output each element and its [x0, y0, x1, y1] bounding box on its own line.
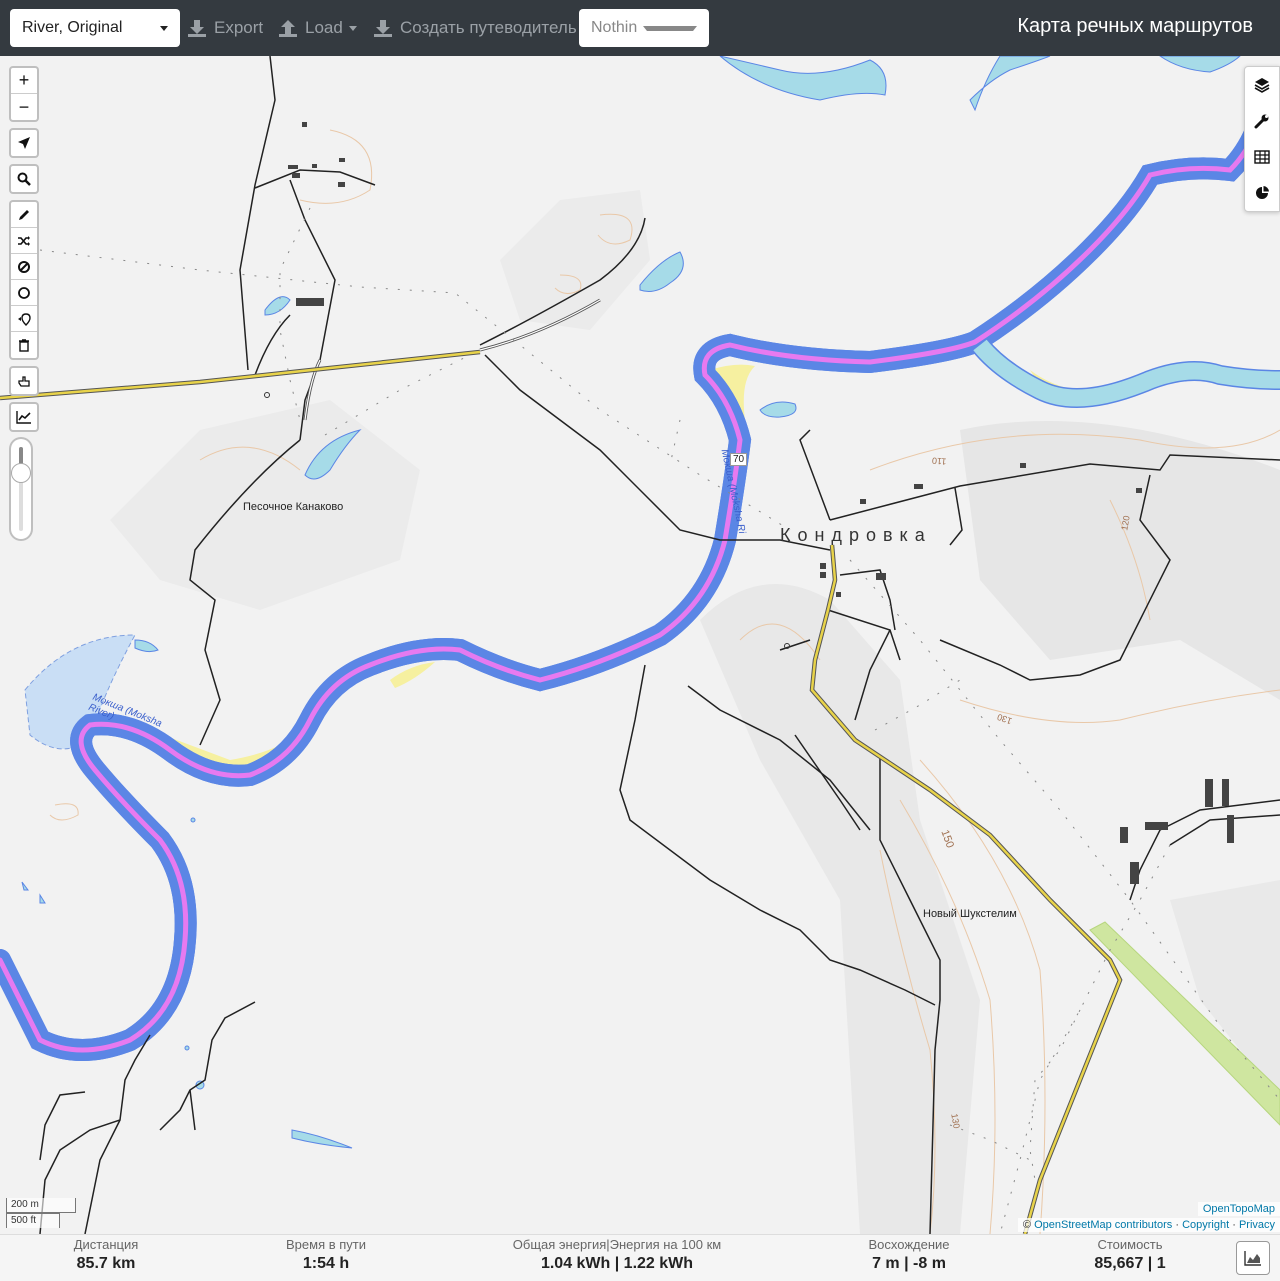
chevron-down-icon: [348, 25, 357, 31]
privacy-link[interactable]: Privacy: [1239, 1219, 1275, 1231]
zoom-in-button[interactable]: +: [11, 68, 37, 94]
pie-chart-icon: [1256, 186, 1269, 199]
stat-value: 1.04 kWh | 1.22 kWh: [540, 1255, 694, 1272]
download-icon: [188, 20, 206, 37]
scale-imperial: 500 ft: [6, 1213, 60, 1228]
pencil-icon: [19, 209, 29, 220]
download-icon: [374, 20, 392, 37]
line-chart-icon: [16, 411, 31, 424]
contour-label: 110: [931, 455, 947, 467]
search-button[interactable]: [11, 166, 37, 192]
layers-icon: [1254, 78, 1270, 93]
map-tiles: [0, 56, 1280, 1234]
osm-link[interactable]: OpenStreetMap contributors: [1034, 1219, 1172, 1231]
chevron-down-icon: [160, 25, 168, 31]
locate-control: [9, 128, 39, 158]
layers-button[interactable]: [1245, 67, 1279, 103]
area-chart-icon: [1244, 1251, 1261, 1266]
location-arrow-icon: [18, 137, 30, 149]
copyright-sign: ©: [1022, 1219, 1032, 1231]
export-button[interactable]: Export: [187, 9, 263, 47]
stat-label: Стоимость: [1097, 1237, 1163, 1252]
elevation-chart-control: [9, 402, 39, 432]
draw-route-button[interactable]: [11, 202, 37, 228]
map-canvas[interactable]: Кондровка Песочное Канаково Новый Шуксте…: [0, 56, 1280, 1234]
stat-time: Время в пути 1:54 h: [286, 1235, 366, 1281]
top-navbar: River, Original Export Load Создать путе…: [0, 0, 1280, 56]
selection-dropdown[interactable]: Nothing selected: [579, 9, 709, 47]
chevron-down-icon: [643, 25, 697, 31]
settings-button[interactable]: [1245, 103, 1279, 139]
hand-pointer-icon: [18, 376, 30, 387]
opacity-slider[interactable]: [9, 437, 33, 541]
place-label: Песочное Канаково: [243, 501, 344, 513]
stat-ascent: Восхождение 7 m | -8 m: [868, 1235, 949, 1281]
opentopomap-link[interactable]: OpenTopoMap: [1203, 1203, 1275, 1215]
circle-icon: [18, 286, 30, 299]
pointer-button[interactable]: [11, 368, 37, 394]
load-label: Load: [305, 18, 343, 37]
poi-button[interactable]: [11, 306, 37, 332]
right-control-panel: [1244, 66, 1280, 212]
export-label: Export: [214, 18, 264, 37]
no-go-area-button[interactable]: [11, 254, 37, 280]
map-marker-icon: [18, 312, 31, 326]
pointer-control: [9, 366, 39, 396]
zoom-control: + −: [9, 66, 39, 122]
toggle-elevation-button[interactable]: [1236, 1241, 1270, 1275]
village-label-kondrovka: Кондровка: [780, 525, 932, 545]
stat-distance: Дистанция 85.7 km: [74, 1235, 139, 1281]
separator: ·: [1232, 1219, 1236, 1231]
wrench-icon: [1254, 114, 1269, 129]
place-label: Новый Шукстелим: [923, 908, 1017, 920]
stat-value: 85,667 | 1: [1094, 1255, 1166, 1272]
statistics-button[interactable]: [1245, 175, 1279, 211]
zoom-out-button[interactable]: −: [11, 94, 37, 120]
separator: ·: [1175, 1219, 1179, 1231]
table-button[interactable]: [1245, 139, 1279, 175]
stat-cost: Стоимость 85,667 | 1: [1094, 1235, 1165, 1281]
selection-value: Nothing selected: [591, 19, 637, 36]
upload-icon: [279, 20, 297, 37]
shuffle-icon: [18, 235, 30, 246]
stat-value: 85.7 km: [76, 1255, 136, 1272]
stat-label: Дистанция: [73, 1237, 139, 1252]
profile-select-value: River, Original: [22, 19, 123, 36]
table-icon: [1254, 150, 1270, 164]
elevation-chart-button[interactable]: [11, 404, 37, 430]
search-control: [9, 164, 39, 194]
stat-label: Общая энергия|Энергия на 100 км: [512, 1237, 722, 1252]
load-button[interactable]: Load: [278, 9, 357, 47]
circle-button[interactable]: [11, 280, 37, 306]
scale-metric: 200 m: [6, 1198, 76, 1213]
profile-select[interactable]: River, Original: [10, 9, 180, 47]
stat-label: Время в пути: [286, 1237, 366, 1252]
stat-value: 7 m | -8 m: [872, 1255, 946, 1272]
copyright-link[interactable]: Copyright: [1182, 1219, 1229, 1231]
road-ref-label: 70: [730, 453, 748, 466]
shuffle-button[interactable]: [11, 228, 37, 254]
route-stats-bar: Дистанция 85.7 km Время в пути 1:54 h Об…: [0, 1234, 1280, 1281]
scale-bar: 200 m 500 ft: [6, 1198, 76, 1228]
delete-button[interactable]: [11, 332, 37, 358]
stat-value: 1:54 h: [302, 1255, 350, 1272]
create-guide-label: Создать путеводитель: [400, 18, 577, 37]
slider-handle[interactable]: [11, 463, 31, 483]
attribution: © OpenStreetMap contributors · Copyright…: [1017, 1218, 1280, 1232]
stat-energy: Общая энергия|Энергия на 100 км 1.04 kWh…: [513, 1235, 721, 1281]
stat-label: Восхождение: [868, 1237, 950, 1252]
app-title: Карта речных маршрутов: [1017, 15, 1253, 37]
tiles-attribution: OpenTopoMap: [1197, 1202, 1280, 1216]
create-guide-button[interactable]: Создать путеводитель: [373, 9, 577, 47]
search-icon: [17, 172, 31, 186]
trash-icon: [19, 339, 29, 352]
ban-icon: [18, 260, 30, 273]
locate-button[interactable]: [11, 130, 37, 156]
draw-toolbar: [9, 200, 39, 360]
